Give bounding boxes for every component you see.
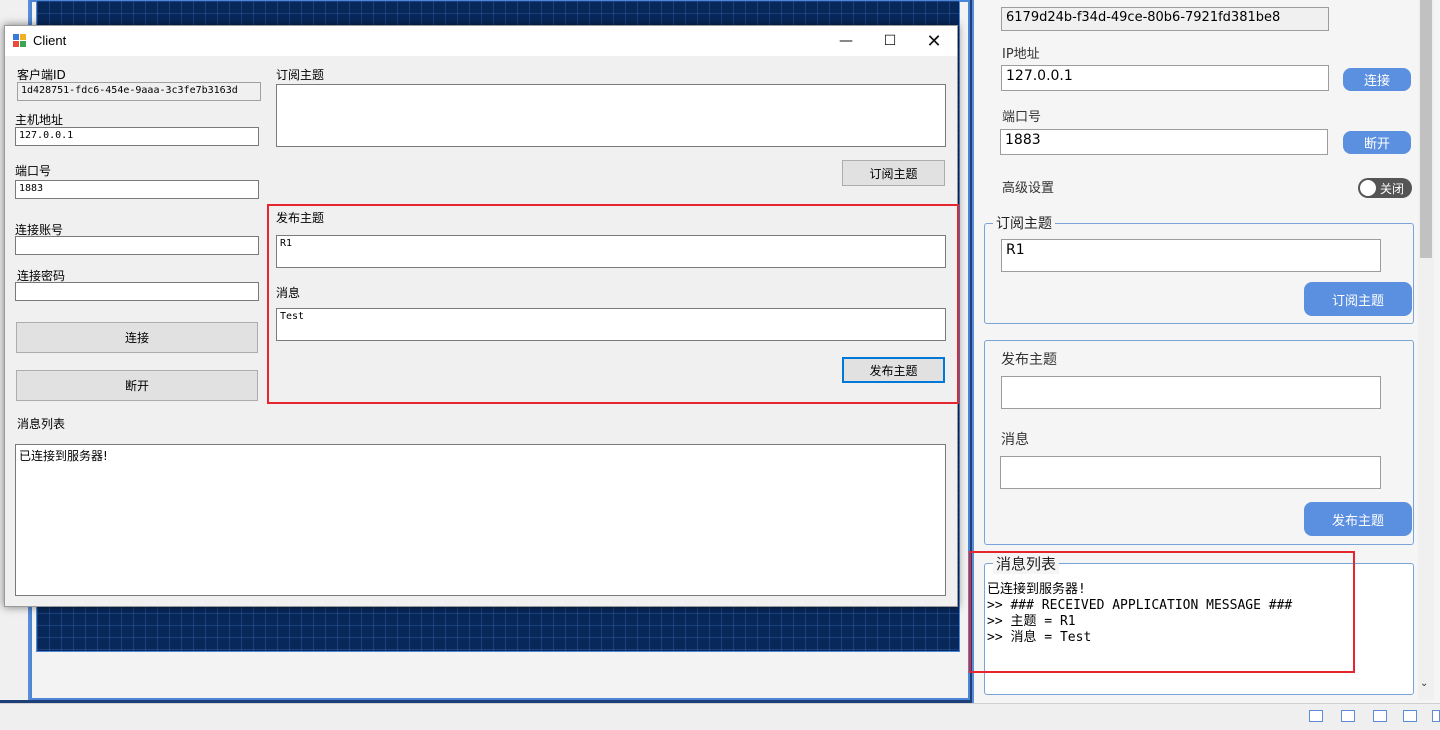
status-copy-icon[interactable] [1403,710,1417,722]
scroll-down-icon[interactable]: ⌄ [1420,678,1428,689]
minimize-icon[interactable]: — [823,26,869,56]
subscribe-group-title: 订阅主题 [993,213,1055,233]
host-input[interactable]: 127.0.0.1 [15,127,259,146]
account-input[interactable] [15,236,259,255]
subscribe-topic-input[interactable] [276,84,946,147]
maximize-icon[interactable]: ☐ [867,26,913,56]
message-input[interactable] [1000,456,1381,489]
port-label: 端口号 [1002,110,1042,125]
advanced-settings-toggle[interactable]: 关闭 [1358,178,1412,198]
message-list-label: 消息列表 [17,417,66,431]
client-window: Client — ☐ ✕ 客户端ID 1d428751-fdc6-454e-9a… [4,25,959,607]
publish-button[interactable]: 发布主题 [1304,502,1412,536]
toggle-knob [1360,180,1376,196]
status-layout-icon[interactable] [1341,710,1355,722]
title-bar: Client — ☐ ✕ [5,26,957,56]
status-delete-icon[interactable] [1432,710,1440,722]
message-list-box[interactable]: 已连接到服务器! [15,444,946,596]
ip-label: IP地址 [1002,47,1040,62]
subscribe-button[interactable]: 订阅主题 [1304,282,1412,316]
password-input[interactable] [15,282,259,301]
status-copy-icon[interactable] [1373,710,1387,722]
publish-topic-input[interactable] [1001,376,1381,409]
subscribe-button[interactable]: 订阅主题 [842,160,945,186]
port-input[interactable]: 1883 [15,180,259,199]
scrollbar-thumb[interactable] [1420,0,1432,258]
port-input[interactable]: 1883 [1000,129,1328,155]
close-icon[interactable]: ✕ [911,26,957,56]
server-connect-button[interactable]: 连接 [1343,68,1411,91]
server-client-id-field[interactable]: 6179d24b-f34d-49ce-80b6-7921fd381be8 [1001,7,1329,31]
message-label: 消息 [1001,432,1029,448]
app-icon [13,34,27,48]
status-layout-icon[interactable] [1309,710,1323,722]
subscribe-topic-input[interactable]: R1 [1001,239,1381,272]
disconnect-button[interactable]: 断开 [16,370,258,401]
host-label: 主机地址 [15,113,64,127]
publish-topic-label: 发布主题 [1001,352,1057,368]
client-id-field[interactable]: 1d428751-fdc6-454e-9aaa-3c3fe7b3163d [17,82,261,101]
toggle-state-label: 关闭 [1380,182,1405,196]
ip-input[interactable]: 127.0.0.1 [1001,65,1329,91]
client-id-label: 客户端ID [17,68,66,82]
highlight-box-publish [267,204,959,404]
server-disconnect-button[interactable]: 断开 [1343,131,1411,154]
subscribe-topic-label: 订阅主题 [276,68,325,82]
highlight-box-message-list [969,551,1355,673]
advanced-settings-label: 高级设置 [1002,181,1055,196]
host-status-bar [0,703,1440,730]
connect-button[interactable]: 连接 [16,322,258,353]
window-title: Client [33,33,67,48]
port-label: 端口号 [15,164,52,178]
